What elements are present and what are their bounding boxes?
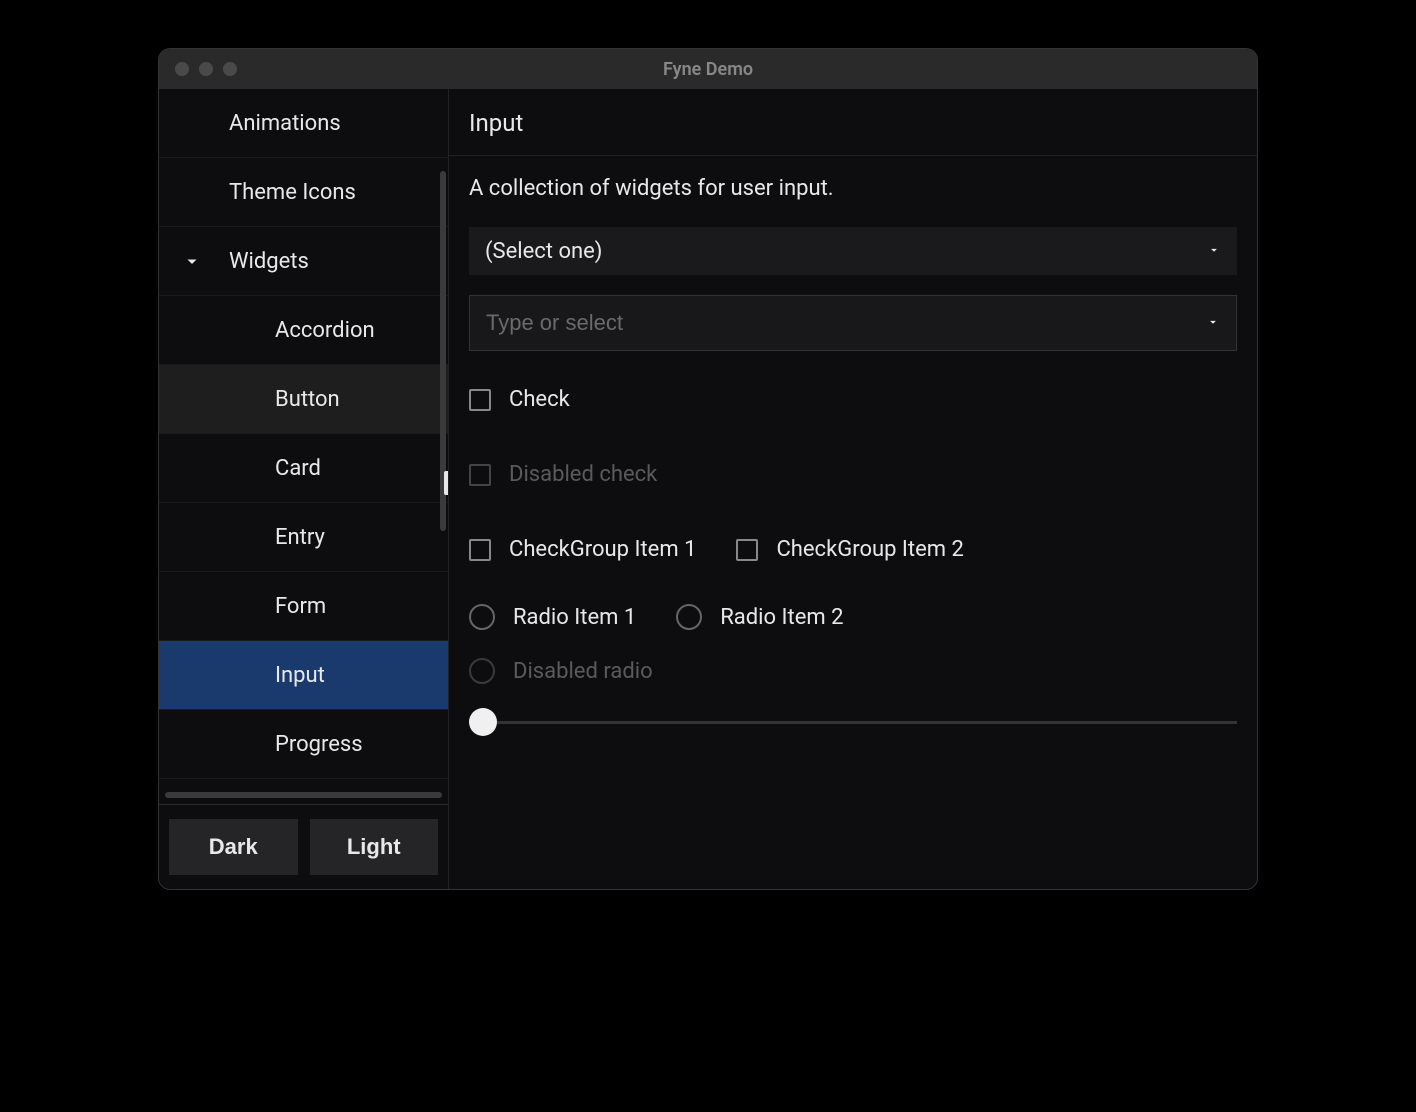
chevron-down-icon[interactable]: [1206, 314, 1220, 333]
main-body: A collection of widgets for user input. …: [449, 156, 1257, 889]
page-title: Input: [469, 109, 1237, 137]
sidebar-item-entry[interactable]: Entry: [159, 503, 448, 572]
dark-theme-button[interactable]: Dark: [169, 819, 298, 875]
sidebar-item-label: Theme Icons: [229, 180, 356, 205]
sidebar-item-button[interactable]: Button: [159, 365, 448, 434]
select-entry-input[interactable]: [486, 310, 1206, 336]
sidebar-item-progress[interactable]: Progress: [159, 710, 448, 779]
arrow-down-icon: [181, 250, 203, 272]
sidebar-horizontal-scrollbar[interactable]: [165, 792, 442, 798]
slider[interactable]: [469, 708, 1237, 736]
disabled-check-row: Disabled check: [469, 462, 1237, 487]
checkgroup-item-1[interactable]: CheckGroup Item 1: [469, 537, 696, 562]
radio[interactable]: [469, 604, 495, 630]
sidebar-item-card[interactable]: Card: [159, 434, 448, 503]
checkbox-disabled: [469, 464, 491, 486]
checkbox-label: Check: [509, 387, 570, 412]
sidebar-item-form[interactable]: Form: [159, 572, 448, 641]
nav-list[interactable]: Animations Theme Icons Widgets Accordion…: [159, 89, 448, 792]
checkbox[interactable]: [736, 539, 758, 561]
theme-buttons: Dark Light: [159, 804, 448, 889]
sidebar-item-theme-icons[interactable]: Theme Icons: [159, 158, 448, 227]
sidebar-item-label: Entry: [275, 525, 325, 550]
slider-track[interactable]: [495, 721, 1237, 724]
sidebar-item-animations[interactable]: Animations: [159, 89, 448, 158]
select-placeholder: (Select one): [485, 239, 602, 264]
checkbox-label: Disabled check: [509, 462, 657, 487]
main-header: Input: [449, 89, 1257, 156]
disabled-radio-row: Disabled radio: [469, 658, 1237, 684]
slider-thumb[interactable]: [469, 708, 497, 736]
window-title: Fyne Demo: [663, 59, 753, 80]
sidebar-item-label: Button: [275, 387, 340, 412]
sidebar-item-label: Animations: [229, 111, 341, 136]
radio-item-1[interactable]: Radio Item 1: [469, 604, 636, 630]
page-description: A collection of widgets for user input.: [469, 176, 1237, 201]
maximize-window-button[interactable]: [223, 62, 237, 76]
sidebar-item-widgets[interactable]: Widgets: [159, 227, 448, 296]
sidebar: Animations Theme Icons Widgets Accordion…: [159, 89, 449, 889]
checkbox[interactable]: [469, 389, 491, 411]
sidebar-item-label: Accordion: [275, 318, 375, 343]
radio-disabled: [469, 658, 495, 684]
radio-item-2[interactable]: Radio Item 2: [676, 604, 843, 630]
sidebar-item-accordion[interactable]: Accordion: [159, 296, 448, 365]
checkgroup-item-2[interactable]: CheckGroup Item 2: [736, 537, 963, 562]
checkbox[interactable]: [469, 539, 491, 561]
radio-label: Radio Item 1: [513, 605, 636, 630]
content-area: Animations Theme Icons Widgets Accordion…: [159, 89, 1257, 889]
disabled-radio-item: Disabled radio: [469, 658, 653, 684]
select-entry[interactable]: [469, 295, 1237, 351]
minimize-window-button[interactable]: [199, 62, 213, 76]
titlebar: Fyne Demo: [159, 49, 1257, 89]
app-window: Fyne Demo Animations Theme Icons Widgets…: [158, 48, 1258, 890]
checkbox-label: CheckGroup Item 1: [509, 537, 696, 562]
check-row[interactable]: Check: [469, 387, 1237, 412]
sidebar-item-label: Progress: [275, 732, 363, 757]
chevron-down-icon: [1207, 242, 1221, 261]
sidebar-item-label: Form: [275, 594, 326, 619]
sidebar-item-label: Input: [275, 663, 325, 688]
traffic-lights: [175, 62, 237, 76]
close-window-button[interactable]: [175, 62, 189, 76]
checkgroup-row: CheckGroup Item 1 CheckGroup Item 2: [469, 537, 1237, 562]
sidebar-item-label: Widgets: [229, 249, 309, 274]
sidebar-scroll-thumb[interactable]: [444, 471, 448, 495]
select-dropdown[interactable]: (Select one): [469, 227, 1237, 275]
sidebar-item-input[interactable]: Input: [159, 641, 448, 710]
radiogroup-row: Radio Item 1 Radio Item 2: [469, 604, 1237, 630]
light-theme-button[interactable]: Light: [310, 819, 439, 875]
main-panel: Input A collection of widgets for user i…: [449, 89, 1257, 889]
sidebar-item-label: Card: [275, 456, 321, 481]
radio-label: Disabled radio: [513, 659, 653, 684]
radio[interactable]: [676, 604, 702, 630]
radio-label: Radio Item 2: [720, 605, 843, 630]
checkbox-label: CheckGroup Item 2: [776, 537, 963, 562]
